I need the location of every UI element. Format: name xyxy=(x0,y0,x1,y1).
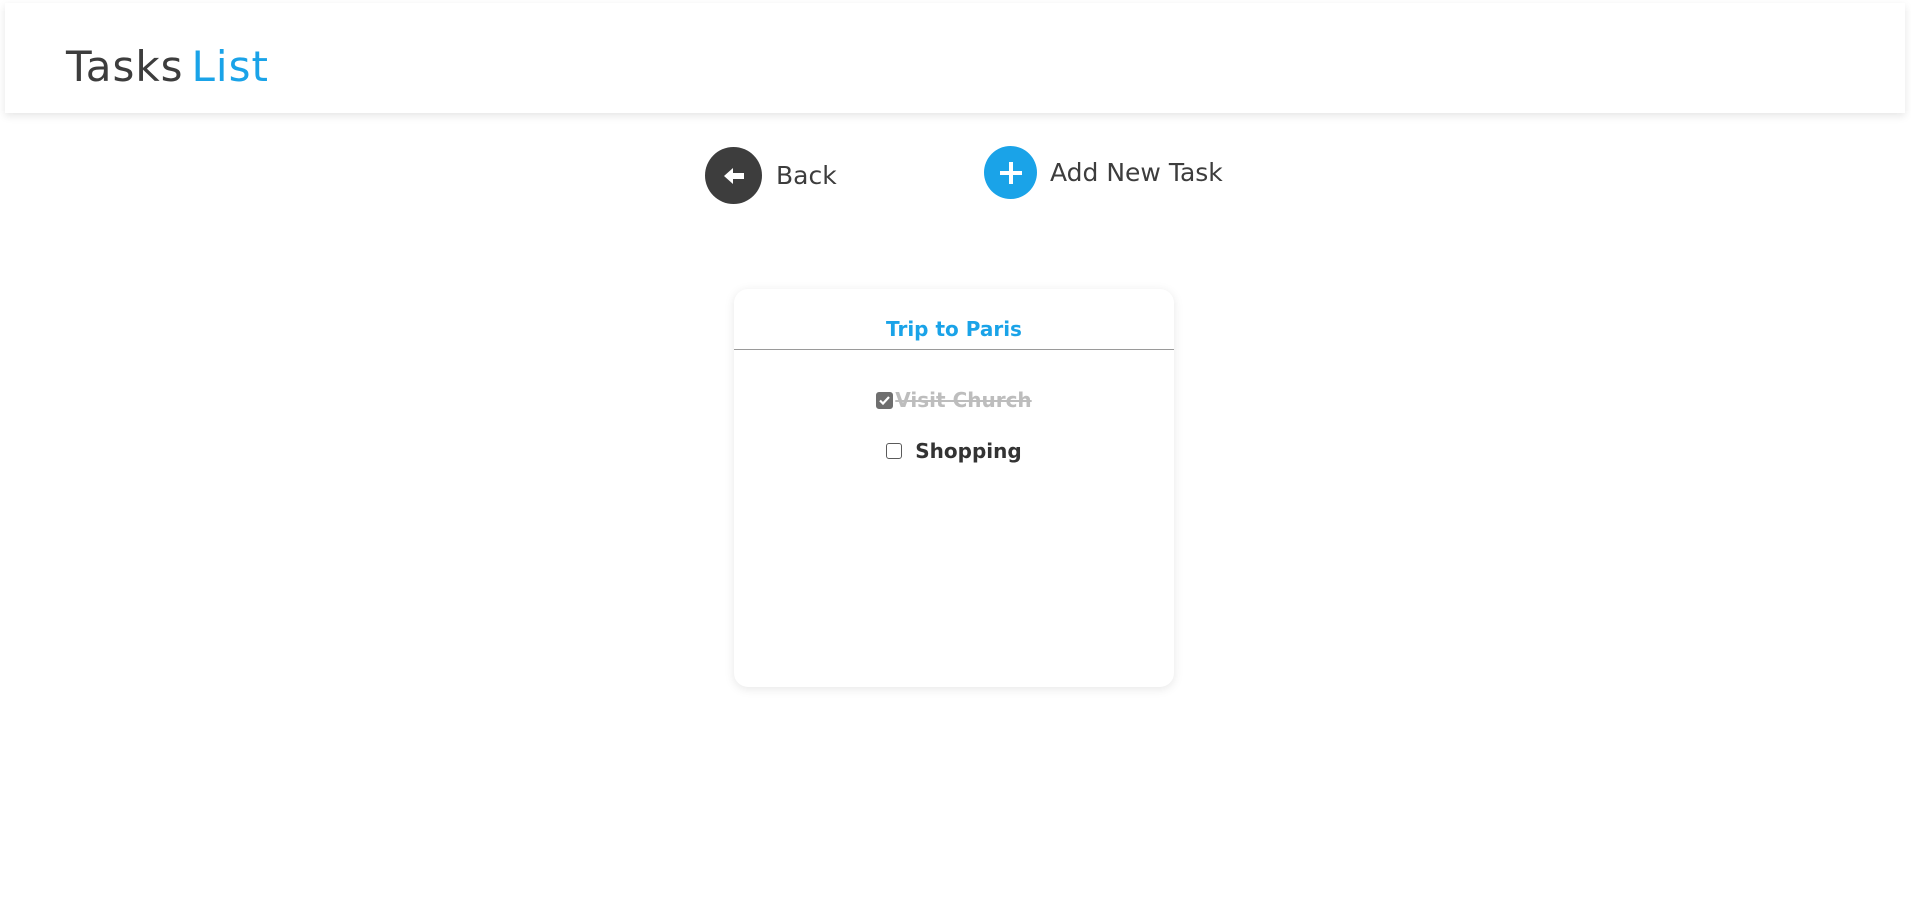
task-item[interactable]: Visit Church xyxy=(734,388,1174,412)
app-header: Tasks List xyxy=(5,3,1905,113)
back-button[interactable]: Back xyxy=(705,147,837,204)
arrow-left-icon[interactable] xyxy=(705,147,762,204)
task-item[interactable]: Shopping xyxy=(734,439,1174,463)
add-task-label[interactable]: Add New Task xyxy=(1050,158,1223,187)
card-divider xyxy=(734,349,1174,350)
back-label[interactable]: Back xyxy=(776,161,837,190)
app-logo[interactable]: Tasks List xyxy=(66,41,269,93)
task-list-card: Trip to Paris Visit Church Shopping xyxy=(734,289,1174,687)
add-task-button[interactable]: Add New Task xyxy=(984,146,1223,199)
checkmark-icon xyxy=(879,395,891,405)
task-label: Shopping xyxy=(915,439,1022,463)
task-label: Visit Church xyxy=(895,388,1032,412)
logo-word-list: List xyxy=(191,42,269,91)
list-title: Trip to Paris xyxy=(886,317,1022,341)
plus-icon[interactable] xyxy=(984,146,1037,199)
logo-word-tasks: Tasks xyxy=(66,42,184,91)
task-checkbox-checked[interactable] xyxy=(876,391,894,409)
task-checkbox-unchecked[interactable] xyxy=(886,443,903,459)
